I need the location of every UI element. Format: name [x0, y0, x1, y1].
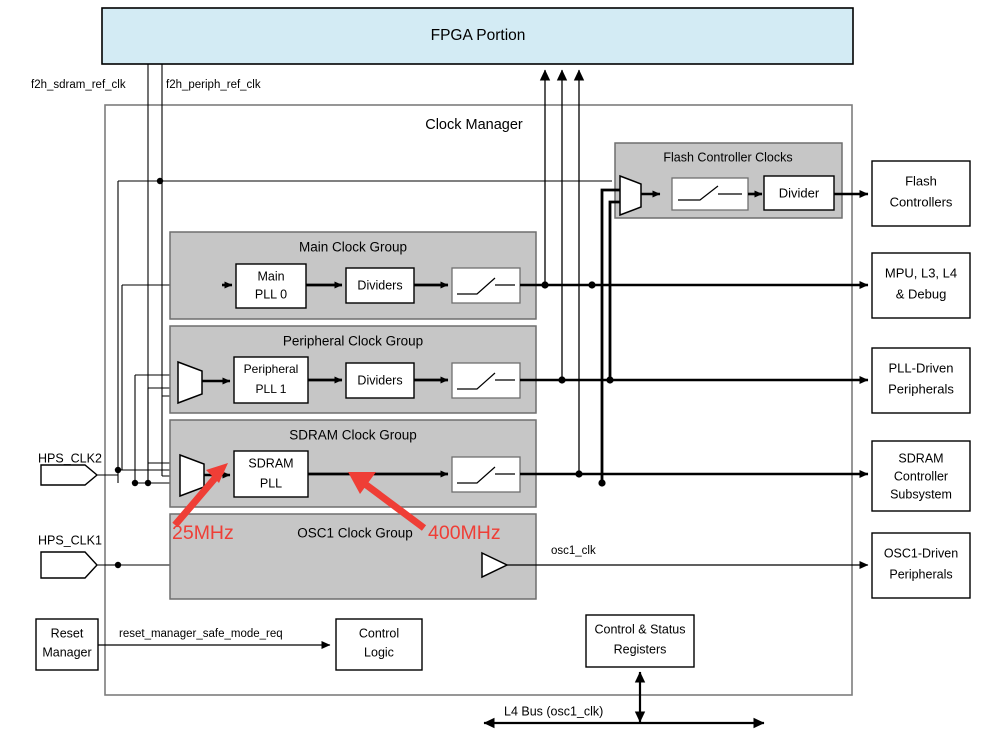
main-clock-gate	[451, 267, 521, 304]
output-flash-controllers-line1: Flash	[905, 173, 937, 188]
control-logic-line1: Control	[359, 626, 399, 640]
hps-clk1-input-pin: HPS_CLK1	[38, 533, 118, 579]
main-pll-label-line2: PLL 0	[255, 287, 287, 301]
output-pll-driven-line2: Peripherals	[888, 381, 954, 396]
osc1-clk-net-label: osc1_clk	[551, 545, 596, 557]
sdram-clock-group: SDRAM Clock Group SDRAM PLL	[169, 419, 537, 508]
reset-signal-label: reset_manager_safe_mode_req	[119, 628, 283, 640]
output-mpu-line1: MPU, L3, L4	[885, 265, 957, 280]
output-osc1-driven-peripherals: OSC1-Driven Peripherals	[871, 532, 971, 599]
output-flash-controllers-line2: Controllers	[890, 194, 953, 209]
output-mpu-line2: & Debug	[896, 286, 947, 301]
output-sdram-controller-subsystem: SDRAM Controller Subsystem	[871, 440, 971, 512]
output-flash-controllers: Flash Controllers	[871, 160, 971, 227]
peripheral-dividers-label: Dividers	[357, 373, 402, 387]
sdram-pll-label-line2: PLL	[260, 476, 282, 490]
main-clock-group: Main Clock Group Main PLL 0 Dividers	[169, 231, 537, 320]
output-pll-driven-peripherals: PLL-Driven Peripherals	[871, 347, 971, 414]
sdram-clock-gate	[451, 456, 521, 493]
f2h-sdram-ref-clk-net: f2h_sdram_ref_clk	[31, 64, 152, 487]
clock-manager-diagram: FPGA Portion Clock Manager f2h_sdram_ref…	[0, 0, 1002, 753]
output-pll-driven-line1: PLL-Driven	[888, 360, 953, 375]
main-dividers-block: Dividers	[345, 267, 415, 304]
l4-bus-label: L4 Bus (osc1_clk)	[504, 704, 603, 718]
hps-clk1-label: HPS_CLK1	[38, 533, 102, 547]
peripheral-clock-group-label: Peripheral Clock Group	[283, 334, 423, 349]
output-sdram-line3: Subsystem	[890, 487, 952, 501]
peripheral-pll-label-line1: Peripheral	[244, 362, 299, 376]
peripheral-pll-block: Peripheral PLL 1	[233, 356, 309, 404]
flash-controller-clocks-label: Flash Controller Clocks	[663, 150, 792, 164]
sdram-clock-output-wire	[520, 469, 869, 479]
osc1-clock-group-label: OSC1 Clock Group	[297, 526, 413, 541]
fpga-portion-block: FPGA Portion	[101, 7, 854, 65]
annotation-400mhz-label: 400MHz	[428, 522, 501, 544]
reset-signal-wire: reset_manager_safe_mode_req	[98, 628, 331, 650]
reset-manager-block: Reset Manager	[35, 618, 99, 671]
main-pll-block: Main PLL 0	[235, 263, 307, 309]
osc1-clock-output-wire: osc1_clk	[507, 545, 869, 570]
main-dividers-label: Dividers	[357, 278, 402, 292]
csr-line2: Registers	[614, 642, 667, 656]
control-logic-block: Control Logic	[335, 618, 423, 671]
flash-mux-feed-wires	[598, 188, 620, 487]
csr-line1: Control & Status	[594, 622, 685, 636]
sdram-pll-block: SDRAM PLL	[233, 450, 309, 498]
output-osc1-driven-line1: OSC1-Driven	[884, 546, 958, 560]
clock-manager-label: Clock Manager	[425, 117, 523, 133]
hps-clk2-label: HPS_CLK2	[38, 451, 102, 465]
output-sdram-line2: Controller	[894, 469, 948, 483]
control-status-registers-block: Control & Status Registers	[585, 614, 695, 668]
l4-bus: L4 Bus (osc1_clk)	[483, 704, 765, 729]
reset-manager-line1: Reset	[51, 626, 84, 640]
annotation-25mhz-label: 25MHz	[172, 522, 234, 544]
sdram-clock-group-label: SDRAM Clock Group	[289, 428, 417, 443]
peripheral-clock-gate	[451, 362, 521, 399]
hps-clk2-input-pin: HPS_CLK2	[38, 451, 119, 486]
main-pll-label-line1: Main	[257, 269, 284, 283]
flash-divider-label: Divider	[779, 185, 820, 200]
output-sdram-line1: SDRAM	[898, 451, 943, 465]
peripheral-clock-group: Peripheral Clock Group Peripheral PLL 1 …	[169, 325, 537, 414]
fpga-feedback-arrows	[539, 69, 585, 474]
reset-manager-line2: Manager	[42, 645, 91, 659]
flash-controller-clocks-group: Flash Controller Clocks Divider	[614, 142, 843, 219]
f2h-periph-ref-clk-label: f2h_periph_ref_clk	[166, 79, 261, 91]
fpga-portion-label: FPGA Portion	[431, 27, 526, 44]
flash-divider-block: Divider	[763, 175, 835, 211]
output-mpu-l3-l4-debug: MPU, L3, L4 & Debug	[871, 252, 971, 319]
main-clock-group-label: Main Clock Group	[299, 240, 407, 255]
output-osc1-driven-line2: Peripherals	[889, 567, 952, 581]
flash-clock-gate	[671, 177, 749, 211]
peripheral-dividers-block: Dividers	[345, 362, 415, 399]
sdram-pll-label-line1: SDRAM	[248, 456, 293, 470]
f2h-sdram-ref-clk-label: f2h_sdram_ref_clk	[31, 79, 126, 91]
control-logic-line2: Logic	[364, 645, 394, 659]
peripheral-pll-label-line2: PLL 1	[256, 382, 287, 396]
peripheral-clock-output-wire	[520, 375, 869, 385]
main-clock-output-wire	[520, 280, 869, 290]
